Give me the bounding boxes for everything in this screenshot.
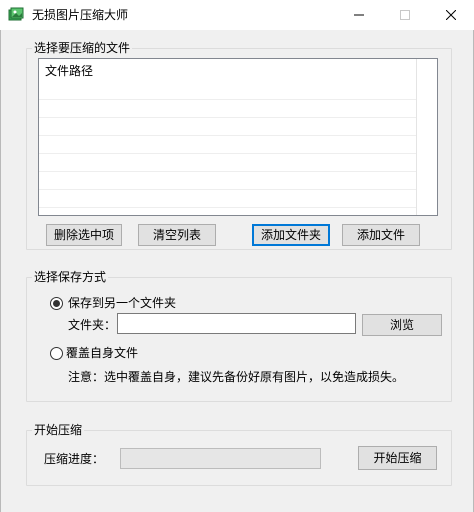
close-button[interactable]	[428, 0, 474, 30]
list-row-divider	[39, 153, 417, 154]
file-path-column-label: 文件路径	[45, 64, 94, 78]
list-row-divider	[39, 117, 417, 118]
overwrite-warning-note: 注意：选中覆盖自身，建议先备份好原有图片，以免造成损失。	[68, 370, 405, 384]
start-compress-button[interactable]: 开始压缩	[358, 446, 437, 470]
list-row-divider	[39, 135, 417, 136]
compress-progress-bar	[120, 448, 321, 469]
list-row-divider	[39, 189, 417, 190]
browse-button[interactable]: 浏览	[362, 314, 442, 336]
save-mode-group-title: 选择保存方式	[32, 270, 109, 284]
list-row-divider	[39, 99, 417, 100]
save-to-folder-radio[interactable]	[50, 297, 63, 310]
file-list-column-header[interactable]: 文件路径	[39, 59, 417, 83]
overwrite-self-label[interactable]: 覆盖自身文件	[66, 346, 138, 360]
progress-label: 压缩进度：	[44, 452, 105, 466]
compress-group-title: 开始压缩	[32, 423, 85, 437]
maximize-button[interactable]	[382, 0, 428, 30]
app-image-icon	[8, 7, 24, 21]
add-folder-button[interactable]: 添加文件夹	[252, 224, 330, 246]
list-row-divider	[39, 207, 417, 208]
file-select-group-title: 选择要压缩的文件	[32, 41, 133, 55]
folder-path-input[interactable]	[117, 313, 356, 334]
minimize-button[interactable]	[336, 0, 382, 30]
close-icon	[446, 10, 456, 20]
list-row-divider	[39, 171, 417, 172]
add-file-button[interactable]: 添加文件	[342, 224, 420, 246]
window-left-border	[0, 0, 1, 512]
maximize-icon	[400, 10, 410, 20]
file-list[interactable]: 文件路径	[38, 58, 438, 216]
delete-selected-button[interactable]: 删除选中项	[46, 224, 122, 246]
overwrite-self-radio[interactable]	[50, 347, 63, 360]
clear-list-button[interactable]: 清空列表	[138, 224, 216, 246]
folder-field-label: 文件夹：	[68, 318, 117, 332]
radio-selected-dot	[53, 300, 60, 307]
window-title: 无损图片压缩大师	[32, 8, 129, 22]
minimize-icon	[354, 14, 364, 16]
file-list-scrollbar[interactable]	[416, 59, 437, 215]
save-to-folder-label[interactable]: 保存到另一个文件夹	[68, 296, 176, 310]
title-bar[interactable]: 无损图片压缩大师	[0, 0, 474, 30]
